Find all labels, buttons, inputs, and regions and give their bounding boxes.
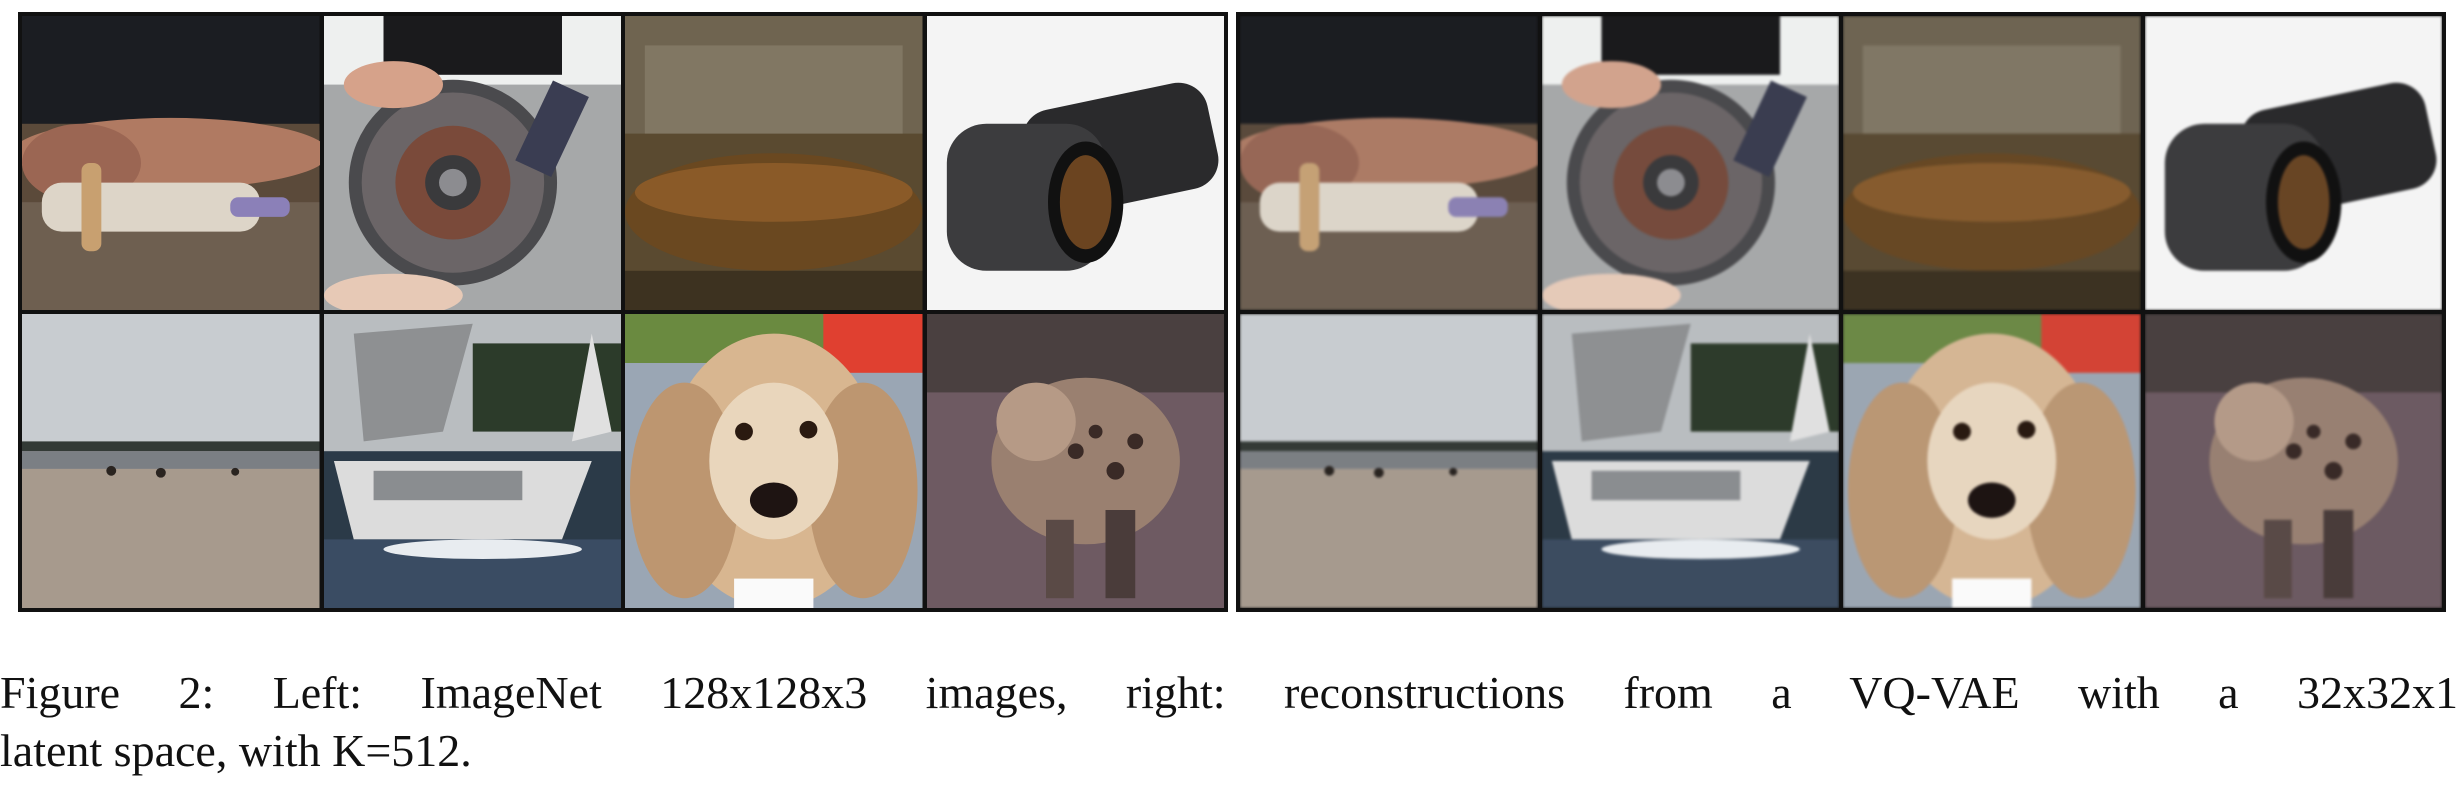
recon-bird-nest <box>1843 16 2141 310</box>
recon-spaniel-dog <box>1843 314 2141 608</box>
recon-hands-sanding <box>1240 16 1538 310</box>
image-hands-sanding <box>22 16 320 310</box>
caption-line-2: latent space, with K=512. <box>0 725 472 776</box>
recon-hyena <box>2144 314 2442 608</box>
reconstruction-images-grid <box>1236 12 2446 612</box>
image-sailboat <box>323 314 621 608</box>
image-beach <box>22 314 320 608</box>
image-spaniel-dog <box>625 314 923 608</box>
caption-line-1: Figure 2: Left: ImageNet 128x128x3 image… <box>0 667 2458 718</box>
image-brake-disc <box>323 16 621 310</box>
original-images-grid <box>18 12 1228 612</box>
image-hyena <box>926 314 1224 608</box>
image-bird-nest <box>625 16 923 310</box>
recon-brake-disc <box>1541 16 1839 310</box>
recon-sailboat <box>1541 314 1839 608</box>
image-binoculars <box>926 16 1224 310</box>
recon-beach <box>1240 314 1538 608</box>
figure-caption: Figure 2: Left: ImageNet 128x128x3 image… <box>0 664 2464 780</box>
recon-binoculars <box>2144 16 2442 310</box>
